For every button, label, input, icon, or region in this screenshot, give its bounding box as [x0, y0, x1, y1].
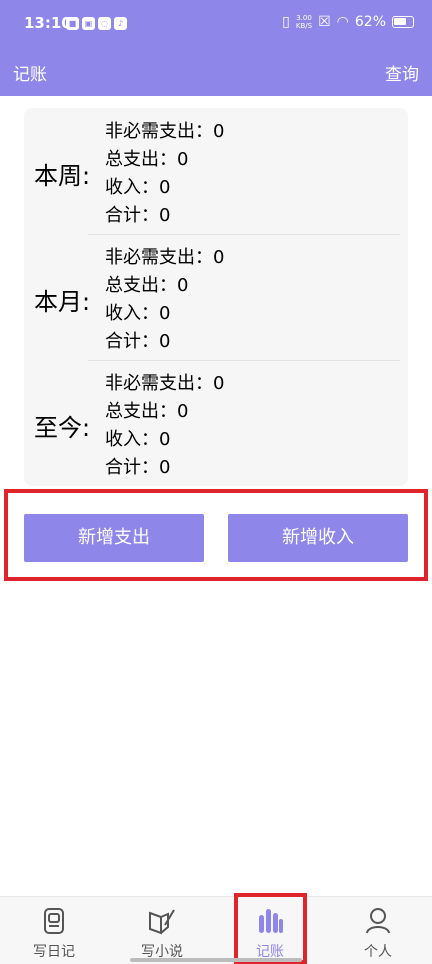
period-label: 至今:	[34, 414, 91, 442]
tiktok-icon: ♪	[114, 17, 127, 30]
nav-label: 写日记	[33, 944, 75, 960]
summary-lines: 非必需支出：0 总支出：0 收入：0 合计：0	[105, 370, 224, 482]
battery-icon	[392, 16, 414, 28]
period-label: 本周:	[34, 162, 91, 190]
person-icon	[366, 908, 390, 934]
income: 收入：0	[105, 303, 171, 324]
bottom-navigation: 写日记 写小说 记账 个人	[0, 896, 432, 964]
income: 收入：0	[105, 177, 171, 198]
total: 合计：0	[105, 205, 171, 226]
total: 合计：0	[105, 457, 171, 478]
nonessential-expense: 非必需支出：0	[105, 247, 225, 268]
nav-label: 个人	[364, 944, 392, 960]
phone-screen: 13:10 ■ ▣ ◌ ♪ ▯ 3.00 KB/S ☒ ◠ 62% 记账 查询	[0, 0, 432, 964]
nonessential-expense: 非必需支出：0	[105, 373, 225, 394]
net-speed-unit: KB/S	[295, 22, 313, 30]
summary-lines: 非必需支出：0 总支出：0 收入：0 合计：0	[105, 118, 224, 230]
wifi-icon: ◠	[336, 14, 349, 30]
summary-card: 本周: 非必需支出：0 总支出：0 收入：0 合计：0 本月: 非必需支出：0 …	[24, 108, 408, 486]
notification-app-icon: ■	[66, 17, 79, 30]
calendar-icon: ▣	[82, 17, 95, 30]
add-expense-button[interactable]: 新增支出	[24, 514, 204, 562]
period-label: 本月:	[34, 288, 91, 316]
total-expense: 总支出：0	[105, 401, 189, 422]
nav-diary[interactable]: 写日记	[0, 897, 108, 964]
summary-all-time: 至今: 非必需支出：0 总支出：0 收入：0 合计：0	[24, 360, 408, 486]
status-time: 13:10	[24, 14, 72, 32]
net-speed: 3.00 KB/S	[296, 14, 312, 30]
total: 合计：0	[105, 331, 171, 352]
summary-lines: 非必需支出：0 总支出：0 收入：0 合计：0	[105, 244, 224, 356]
app-bar: 记账 查询	[0, 50, 432, 96]
total-expense: 总支出：0	[105, 149, 189, 170]
query-button[interactable]: 查询	[385, 60, 419, 85]
battery-percent: 62%	[354, 14, 386, 30]
summary-month: 本月: 非必需支出：0 总支出：0 收入：0 合计：0	[24, 234, 408, 360]
status-bar: 13:10 ■ ▣ ◌ ♪ ▯ 3.00 KB/S ☒ ◠ 62%	[0, 0, 432, 50]
vibrate-icon: ▯	[282, 14, 290, 30]
home-indicator[interactable]	[130, 958, 302, 962]
add-income-button[interactable]: 新增收入	[228, 514, 408, 562]
link-icon: ◌	[98, 17, 111, 30]
top-bar: 13:10 ■ ▣ ◌ ♪ ▯ 3.00 KB/S ☒ ◠ 62% 记账 查询	[0, 0, 432, 96]
total-expense: 总支出：0	[105, 275, 189, 296]
income: 收入：0	[105, 429, 171, 450]
nav-novel[interactable]: 写小说	[108, 897, 216, 964]
novel-icon	[149, 909, 175, 935]
sim-off-icon: ☒	[318, 14, 331, 30]
page-title: 记账	[13, 65, 47, 85]
notification-icons: ■ ▣ ◌ ♪	[66, 17, 127, 30]
nonessential-expense: 非必需支出：0	[105, 121, 225, 142]
status-right: ▯ 3.00 KB/S ☒ ◠ 62%	[282, 14, 414, 30]
diary-icon	[44, 908, 64, 934]
summary-week: 本周: 非必需支出：0 总支出：0 收入：0 合计：0	[24, 108, 408, 234]
net-speed-value: 3.00	[296, 14, 312, 22]
nav-profile[interactable]: 个人	[324, 897, 432, 964]
active-tab-highlight	[234, 893, 307, 964]
